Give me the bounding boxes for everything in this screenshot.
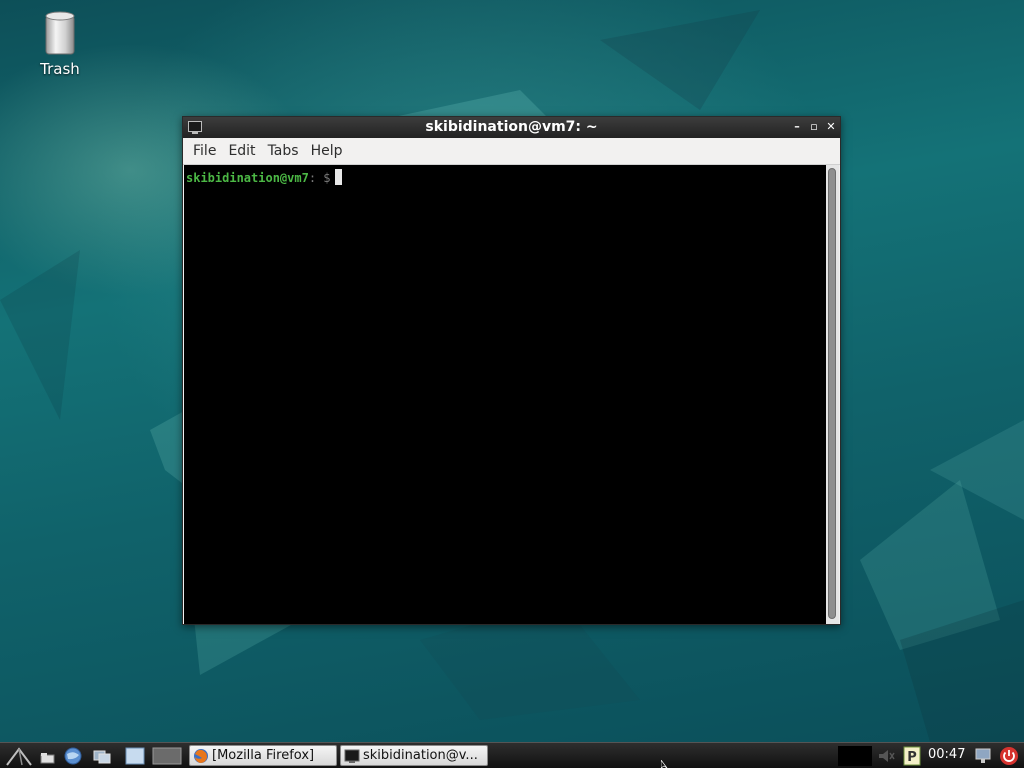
prompt-line: skibidination@vm7: $ — [186, 169, 342, 185]
terminal-scrollbar[interactable] — [826, 165, 839, 624]
cpu-monitor — [838, 746, 872, 766]
svg-text:P: P — [907, 750, 917, 765]
taskbar-item-firefox[interactable]: [Mozilla Firefox] — [189, 745, 337, 766]
trash-desktop-item[interactable]: Trash — [30, 10, 90, 78]
taskbar-clock[interactable]: 00:47 — [928, 747, 965, 762]
menu-edit[interactable]: Edit — [222, 138, 261, 164]
workspace-1-icon[interactable] — [125, 746, 145, 766]
menu-help[interactable]: Help — [305, 138, 349, 164]
menu-launcher-icon[interactable] — [6, 746, 32, 766]
terminal-icon — [344, 749, 360, 763]
mouse-pointer — [661, 760, 668, 768]
parcellite-clipboard-icon[interactable]: P — [902, 746, 922, 766]
taskbar: [Mozilla Firefox] skibidination@v... P 0… — [0, 742, 1024, 768]
taskbar-item-terminal[interactable]: skibidination@v... — [340, 745, 488, 766]
maximize-button[interactable]: ▫ — [807, 120, 821, 134]
web-browser-icon[interactable] — [63, 746, 83, 766]
scrollbar-thumb[interactable] — [828, 168, 836, 619]
terminal-output[interactable]: skibidination@vm7: $ — [184, 165, 826, 624]
menubar: File Edit Tabs Help — [183, 138, 840, 165]
volume-icon[interactable] — [876, 746, 896, 766]
file-manager-icon[interactable] — [38, 746, 58, 766]
show-desktop-icon[interactable] — [92, 746, 112, 766]
minimize-button[interactable]: – — [790, 120, 804, 134]
menu-tabs[interactable]: Tabs — [262, 138, 305, 164]
power-icon[interactable] — [999, 746, 1019, 766]
network-icon[interactable] — [973, 746, 993, 766]
taskbar-item-label: [Mozilla Firefox] — [212, 748, 315, 763]
workspace-2-icon[interactable] — [152, 746, 182, 766]
prompt-symbol: $ — [323, 171, 331, 185]
taskbar-item-label: skibidination@v... — [363, 748, 478, 763]
close-button[interactable]: ✕ — [824, 120, 838, 134]
terminal-window[interactable]: skibidination@vm7: ~ – ▫ ✕ File Edit Tabs H… — [182, 116, 841, 625]
window-title: skibidination@vm7: ~ — [425, 119, 598, 135]
trash-label: Trash — [40, 60, 80, 78]
firefox-icon — [194, 749, 208, 763]
trash-icon — [45, 11, 75, 55]
prompt-separator: : — [308, 171, 324, 185]
prompt-user: skibidination@vm7 — [186, 171, 309, 185]
menu-file[interactable]: File — [187, 138, 222, 164]
text-cursor — [334, 169, 342, 185]
window-titlebar[interactable]: skibidination@vm7: ~ – ▫ ✕ — [183, 117, 840, 138]
